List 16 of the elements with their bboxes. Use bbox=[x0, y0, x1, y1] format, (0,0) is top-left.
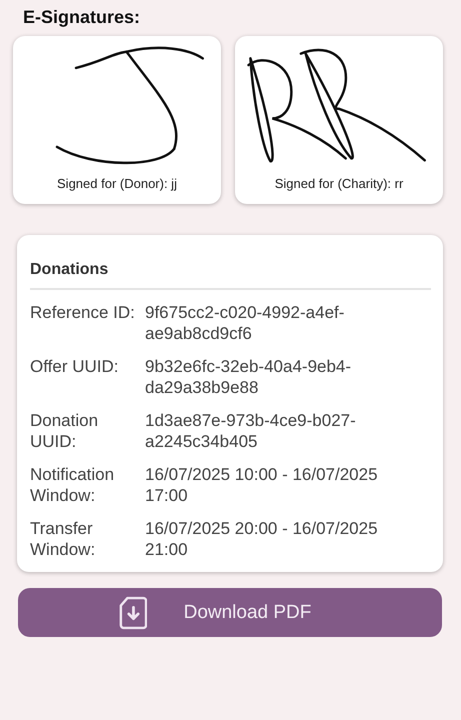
field-label: Reference ID: bbox=[30, 302, 136, 324]
field-value: 9b32e6fc-32eb-40a4-9eb4-da29a38b9e88 bbox=[145, 356, 352, 398]
field-label: Offer UUID: bbox=[30, 356, 120, 378]
signature-caption: Signed for (Charity): rr bbox=[274, 176, 404, 191]
signature-caption: Signed for (Donor): jj bbox=[57, 176, 177, 191]
field-value: 16/07/2025 20:00 - 16/07/2025 21:00 bbox=[145, 518, 379, 560]
field-label: Transfer Window: bbox=[30, 518, 96, 560]
download-pdf-button[interactable]: Download PDF bbox=[18, 588, 442, 637]
field-value: 9f675cc2-c020-4992-a4ef-ae9ab8cd9cf6 bbox=[145, 302, 346, 344]
field-value: 16/07/2025 10:00 - 16/07/2025 17:00 bbox=[145, 464, 379, 506]
card-title: Donations bbox=[30, 261, 431, 290]
section-heading: E-Signatures: bbox=[22, 6, 142, 28]
file-download-icon bbox=[118, 596, 147, 630]
field-value: 1d3ae87e-973b-4ce9-b027-a2245c34b405 bbox=[145, 410, 357, 452]
field-label: Notification Window: bbox=[30, 464, 116, 506]
field-label: Donation UUID: bbox=[30, 410, 100, 452]
